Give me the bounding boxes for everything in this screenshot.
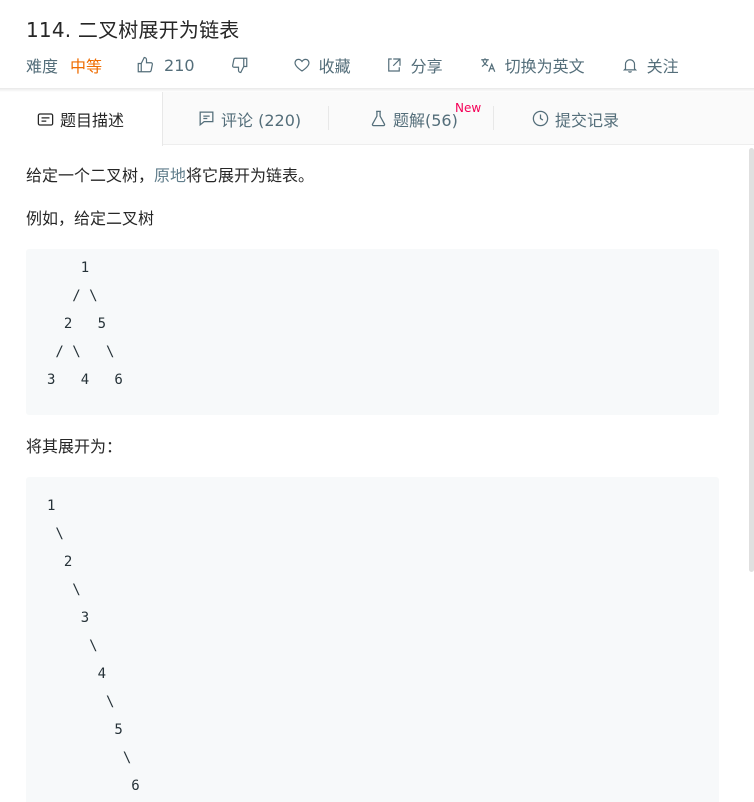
problem-title: 114. 二叉树展开为链表 [26, 18, 240, 42]
tab-submissions[interactable]: 提交记录 [531, 92, 619, 145]
scrollbar[interactable] [749, 148, 754, 572]
tab-bar: 题目描述 评论 (220) 题解(56) 提交记录 [0, 92, 754, 146]
tab-comments-label: 评论 (220) [221, 110, 302, 130]
favorite-label: 收藏 [318, 57, 351, 76]
follow-button[interactable]: 关注 [621, 53, 679, 77]
difficulty: 难度 中等 [26, 53, 102, 77]
like-button[interactable]: 210 [136, 56, 195, 75]
favorite-button[interactable]: 收藏 [293, 53, 351, 77]
bell-icon [622, 59, 637, 73]
difficulty-label: 难度 [26, 57, 59, 76]
tab-description[interactable]: 题目描述 [0, 92, 163, 146]
clock-icon [532, 110, 549, 127]
thumbs-down-icon [231, 57, 247, 74]
problem-meta-row: 难度 中等 210 收藏 分享 切换为英文 关注 [26, 53, 679, 77]
dislike-button[interactable] [231, 56, 249, 74]
tab-comments[interactable]: 评论 (220) [197, 92, 301, 145]
tab-separator [328, 106, 329, 130]
new-badge: New [455, 101, 482, 115]
switch-language-label: 切换为英文 [504, 57, 585, 76]
tab-description-label: 题目描述 [60, 111, 125, 130]
like-count: 210 [164, 55, 195, 75]
heart-icon [294, 58, 310, 72]
difficulty-value: 中等 [70, 57, 103, 76]
thumbs-up-icon [137, 56, 154, 73]
share-label: 分享 [410, 57, 443, 76]
tab-solutions-label: 题解(56) [393, 110, 458, 130]
tree-example-code: 1 / \ 2 5 / \ \ 3 4 6 [26, 249, 719, 415]
intro-paragraph: 给定一个二叉树，原地将它展开为链表。 [26, 163, 314, 189]
translate-icon [480, 58, 495, 72]
comment-icon [199, 111, 214, 127]
follow-label: 关注 [646, 57, 679, 76]
result-label: 将其展开为： [26, 437, 123, 456]
switch-language-button[interactable]: 切换为英文 [479, 53, 585, 77]
tab-submissions-label: 提交记录 [555, 110, 620, 130]
intro-text: 给定一个二叉树， [26, 166, 155, 185]
example-label: 例如，给定二叉树 [26, 209, 155, 228]
in-place-link[interactable]: 原地 [154, 166, 186, 185]
share-icon [387, 58, 401, 72]
tab-solutions[interactable]: 题解(56) [369, 92, 458, 145]
share-button[interactable]: 分享 [385, 53, 443, 77]
intro-text-end: 将它展开为链表。 [186, 166, 315, 185]
tab-separator [493, 106, 494, 130]
problem-header: 114. 二叉树展开为链表 难度 中等 210 收藏 分享 切换为英文 关注 [0, 0, 754, 90]
list-result-code: 1 \ 2 \ 3 \ 4 \ 5 \ 6 [26, 477, 719, 802]
description-icon [37, 112, 54, 126]
flask-icon [371, 110, 386, 127]
